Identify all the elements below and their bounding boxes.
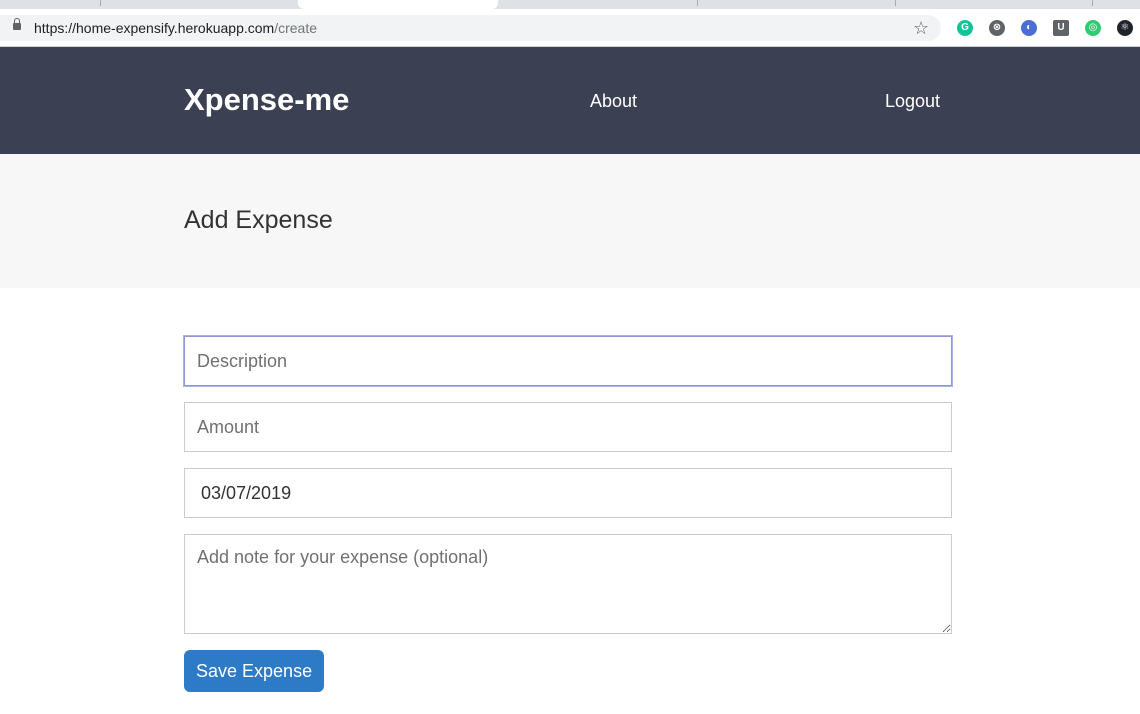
browser-toolbar: https://home-expensify.herokuapp.com/cre… xyxy=(0,9,1140,47)
address-bar[interactable]: https://home-expensify.herokuapp.com/cre… xyxy=(0,15,941,41)
note-textarea[interactable] xyxy=(184,534,952,634)
tab-separator xyxy=(100,0,101,6)
extension-icon[interactable]: ◐ xyxy=(1021,20,1037,36)
page-title: Add Expense xyxy=(184,206,333,234)
browser-tab-strip xyxy=(0,0,1140,9)
save-expense-button[interactable]: Save Expense xyxy=(184,650,325,692)
date-value: 03/07/2019 xyxy=(201,482,292,503)
tab-separator xyxy=(895,0,896,6)
description-input[interactable] xyxy=(183,335,953,387)
lock-icon xyxy=(13,18,21,30)
extension-icon[interactable]: ◎ xyxy=(1085,20,1101,36)
expense-form: 03/07/2019 Save Expense xyxy=(183,335,953,692)
ublock-icon[interactable]: U xyxy=(1053,20,1069,36)
app-header: Xpense-me About Logout xyxy=(0,47,1140,154)
tab-separator xyxy=(1092,0,1093,6)
amount-input[interactable] xyxy=(184,402,952,452)
bookmark-star-icon[interactable]: ☆ xyxy=(913,17,929,39)
date-picker-input[interactable]: 03/07/2019 xyxy=(184,468,952,518)
extension-icon[interactable]: ⊗ xyxy=(989,20,1005,36)
grammarly-icon[interactable]: G xyxy=(957,20,973,36)
browser-tab-active[interactable] xyxy=(298,0,498,9)
brand-logo-link[interactable]: Xpense-me xyxy=(184,82,349,118)
address-bar-url[interactable]: https://home-expensify.herokuapp.com/cre… xyxy=(34,20,317,36)
nav-logout-link[interactable]: Logout xyxy=(885,91,940,112)
react-devtools-icon[interactable]: ⚛ xyxy=(1117,20,1133,36)
page-header: Add Expense xyxy=(0,154,1140,288)
tab-separator xyxy=(697,0,698,6)
nav-about-link[interactable]: About xyxy=(590,91,637,112)
